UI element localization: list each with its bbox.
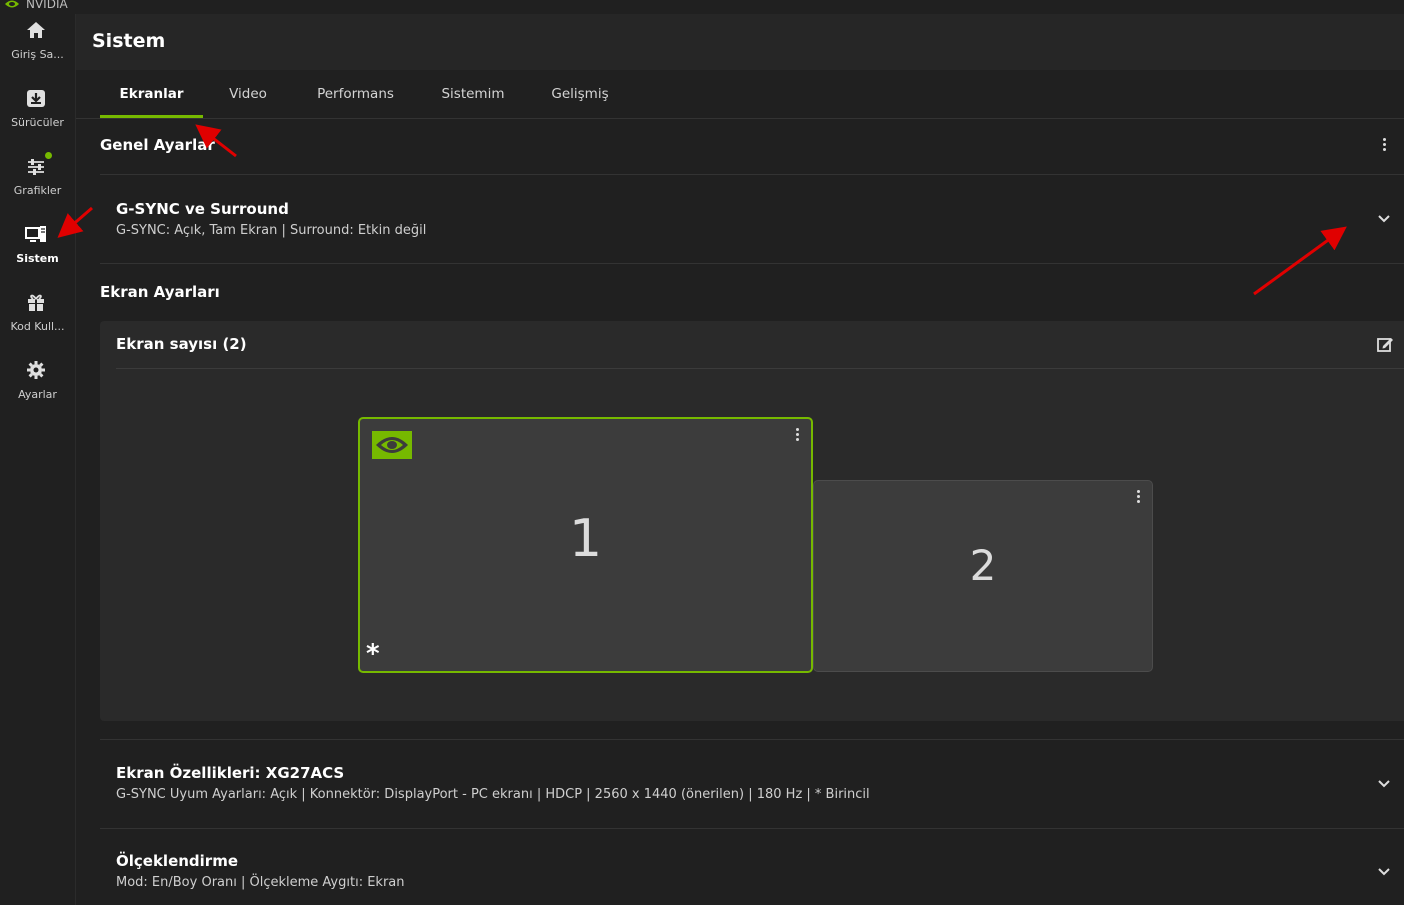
- gsync-title: G-SYNC ve Surround: [116, 200, 289, 218]
- sidebar-item-label: Grafikler: [13, 184, 62, 197]
- chevron-down-icon[interactable]: [1376, 776, 1392, 792]
- chevron-down-icon[interactable]: [1376, 864, 1392, 880]
- tab-performans[interactable]: Performans: [308, 70, 403, 118]
- nvidia-logo-icon: [5, 0, 19, 8]
- tab-bar: Ekranlar Video Performans Sistemim Geliş…: [76, 70, 1404, 119]
- tab-ekranlar[interactable]: Ekranlar: [100, 70, 203, 118]
- sidebar-item-label: Giriş Sa...: [11, 48, 64, 61]
- display-properties-title: Ekran Özellikleri: XG27ACS: [116, 764, 345, 782]
- gsync-subtitle: G-SYNC: Açık, Tam Ekran | Surround: Etki…: [116, 223, 427, 238]
- sidebar-item-label: Sürücüler: [11, 116, 64, 129]
- gsync-surround-row[interactable]: G-SYNC ve Surround G-SYNC: Açık, Tam Ekr…: [100, 175, 1404, 264]
- brand: NVIDIA: [4, 0, 68, 11]
- sidebar-item-settings[interactable]: Ayarlar: [0, 354, 75, 414]
- sidebar-item-redeem[interactable]: Kod Kull...: [0, 286, 75, 346]
- sidebar-item-system[interactable]: Sistem: [0, 218, 75, 278]
- general-settings-title: Genel Ayarlar: [100, 136, 215, 154]
- more-options-icon[interactable]: [1376, 136, 1392, 156]
- sidebar-item-label: Sistem: [16, 252, 59, 265]
- sidebar-item-graphics[interactable]: Grafikler: [0, 150, 75, 210]
- download-icon: [27, 90, 45, 107]
- display-properties-subtitle: G-SYNC Uyum Ayarları: Açık | Konnektör: …: [116, 787, 870, 802]
- edit-icon[interactable]: [1376, 335, 1394, 353]
- sidebar-item-label: Ayarlar: [18, 388, 57, 401]
- gift-icon: [28, 294, 44, 311]
- sidebar: Giriş Sa... Sürücüler Grafikler Sistem K…: [0, 14, 76, 905]
- tab-label: Sistemim: [441, 86, 505, 102]
- home-icon: [27, 22, 45, 38]
- tab-sistemim[interactable]: Sistemim: [432, 70, 514, 118]
- divider: [116, 368, 1404, 369]
- monitor-2[interactable]: 2: [813, 480, 1153, 672]
- tab-gelismis[interactable]: Gelişmiş: [542, 70, 618, 118]
- page-header: Sistem: [76, 14, 1404, 70]
- update-indicator: [45, 152, 52, 159]
- page-title: Sistem: [92, 30, 166, 52]
- sidebar-item-drivers[interactable]: Sürücüler: [0, 82, 75, 142]
- chevron-down-icon[interactable]: [1376, 211, 1392, 227]
- primary-marker: *: [366, 639, 380, 669]
- tab-label: Ekranlar: [119, 86, 184, 102]
- display-count-card: Ekran sayısı (2) 1 * 2: [100, 321, 1404, 721]
- display-properties-row[interactable]: Ekran Özellikleri: XG27ACS G-SYNC Uyum A…: [100, 739, 1404, 829]
- gear-icon: [27, 361, 45, 379]
- tab-video[interactable]: Video: [218, 70, 278, 118]
- brand-name: NVIDIA: [26, 0, 68, 11]
- scaling-title: Ölçeklendirme: [116, 852, 239, 870]
- sidebar-item-home[interactable]: Giriş Sa...: [0, 14, 75, 74]
- scaling-row[interactable]: Ölçeklendirme Mod: En/Boy Oranı | Ölçekl…: [100, 828, 1404, 905]
- monitor-options-icon[interactable]: [1130, 488, 1146, 508]
- tab-label: Gelişmiş: [551, 86, 609, 102]
- monitor-number: 1: [568, 509, 603, 569]
- sidebar-item-label: Kod Kull...: [10, 320, 65, 333]
- general-settings-row: Genel Ayarlar: [100, 118, 1404, 175]
- monitor-1[interactable]: 1 *: [358, 417, 813, 673]
- scaling-subtitle: Mod: En/Boy Oranı | Ölçekleme Aygıtı: Ek…: [116, 875, 405, 890]
- display-count-title: Ekran sayısı (2): [116, 335, 247, 353]
- display-settings-title: Ekran Ayarları: [100, 283, 220, 301]
- tab-label: Video: [229, 86, 267, 102]
- nvidia-logo-icon: [372, 431, 412, 459]
- monitor-icon: [25, 226, 46, 242]
- monitor-options-icon[interactable]: [789, 426, 805, 446]
- tab-label: Performans: [317, 86, 394, 102]
- title-bar: NVIDIA: [0, 0, 1404, 14]
- monitor-number: 2: [969, 541, 997, 590]
- sliders-icon: [28, 159, 44, 175]
